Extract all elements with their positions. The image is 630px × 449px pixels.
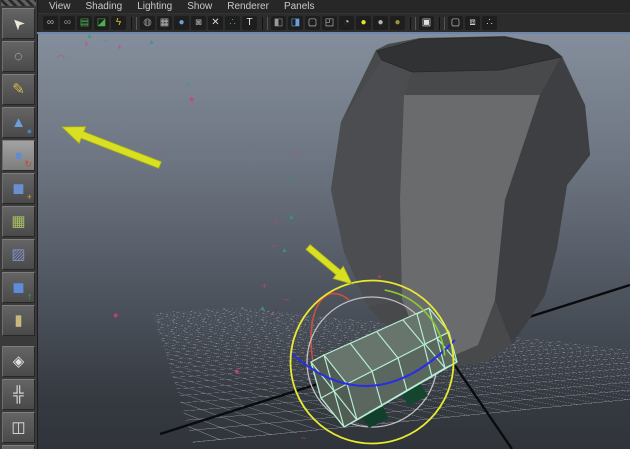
lattice-tool-glyph: ▦ bbox=[11, 214, 25, 229]
soft-mod-tool-glyph: ▨ bbox=[11, 247, 25, 262]
camera-film-icon[interactable]: ∞ bbox=[60, 16, 75, 30]
toolbar-divider bbox=[410, 17, 416, 30]
outliner-pane-layout-button-glyph: ◫ bbox=[11, 420, 25, 435]
vase-mesh[interactable] bbox=[331, 36, 590, 366]
active-panel-border bbox=[37, 32, 630, 34]
cone-sphere-tool-glyph: ▲ bbox=[11, 115, 26, 130]
frame-cube-icon[interactable]: ⧈ bbox=[465, 16, 480, 30]
single-pane-layout-button-glyph: ◈ bbox=[13, 354, 25, 369]
select-highlight-icon[interactable]: ▣ bbox=[419, 16, 434, 30]
cube-3d-icon[interactable]: ◰ bbox=[322, 16, 337, 30]
cone-sphere-tool[interactable]: ▲● bbox=[2, 107, 35, 138]
select-tool-glyph: ➤ bbox=[9, 14, 29, 34]
paint-effects-barrel-tool[interactable]: ▮ bbox=[2, 305, 35, 336]
maya-window: ➤◌✎▲●●↻◼+▦▨◼↑▮ ◈╬◫◧ View Shading Lightin… bbox=[0, 0, 630, 449]
move-cube-tool-overlay-glyph: ↑ bbox=[28, 292, 33, 301]
toolbar-group: ▣ bbox=[419, 16, 436, 30]
scale-tool-glyph: ◼ bbox=[12, 181, 24, 196]
perspective-viewport[interactable]: +~+◠▲▲+●~◠◠▲~~▲+▲~●●~+– bbox=[37, 32, 630, 449]
paint-select-tool-glyph: ✎ bbox=[12, 82, 25, 97]
wireframe-sphere-icon[interactable]: ◍ bbox=[140, 16, 155, 30]
paint-select-tool[interactable]: ✎ bbox=[2, 74, 35, 105]
scene-3d bbox=[37, 32, 630, 449]
toolbar-group: ◍▦●◙✕∴T bbox=[140, 16, 259, 30]
annotation-arrow-to-rotate-tool bbox=[62, 127, 161, 169]
rotate-tool[interactable]: ●↻ bbox=[2, 140, 35, 171]
toolbox-drag-handle[interactable] bbox=[1, 0, 36, 6]
light-default-icon[interactable]: ● bbox=[373, 16, 388, 30]
camera-icon[interactable]: ∞ bbox=[43, 16, 58, 30]
lasso-select-tool[interactable]: ◌ bbox=[2, 41, 35, 72]
tool-list: ➤◌✎▲●●↻◼+▦▨◼↑▮ bbox=[0, 8, 37, 336]
menu-view[interactable]: View bbox=[49, 1, 71, 12]
rotate-tool-glyph: ● bbox=[14, 148, 23, 163]
checker-sphere-icon[interactable]: ◔ bbox=[339, 16, 354, 30]
four-pane-layout-button-glyph: ╬ bbox=[13, 387, 24, 402]
plane-icon[interactable]: ◪ bbox=[94, 16, 109, 30]
single-pane-layout-button[interactable]: ◈ bbox=[2, 346, 35, 377]
menu-shading[interactable]: Shading bbox=[86, 1, 123, 12]
toolbar-divider bbox=[439, 17, 445, 30]
cube-blue-icon[interactable]: ◨ bbox=[288, 16, 303, 30]
light-olive-icon[interactable]: ● bbox=[390, 16, 405, 30]
book-icon[interactable]: ▤ bbox=[77, 16, 92, 30]
textured-sphere-icon[interactable]: ◙ bbox=[191, 16, 206, 30]
scale-tool-overlay-glyph: + bbox=[27, 193, 32, 202]
light-on-icon[interactable]: ● bbox=[356, 16, 371, 30]
rotate-tool-overlay-glyph: ↻ bbox=[24, 160, 32, 169]
persp-outliner-layout-button[interactable]: ◧ bbox=[2, 445, 35, 449]
four-pane-layout-button[interactable]: ╬ bbox=[2, 379, 35, 410]
cone-sphere-tool-overlay-glyph: ● bbox=[27, 127, 32, 136]
menu-show[interactable]: Show bbox=[187, 1, 212, 12]
cube-light-icon[interactable]: ▢ bbox=[305, 16, 320, 30]
scale-tool[interactable]: ◼+ bbox=[2, 173, 35, 204]
texture-t-icon[interactable]: T bbox=[242, 16, 257, 30]
move-cube-tool[interactable]: ◼↑ bbox=[2, 272, 35, 303]
panel-icon-toolbar: ∞∞▤◪ϟ◍▦●◙✕∴T◧◨▢◰◔●●●▣▢⧈∴ bbox=[37, 13, 630, 32]
select-tool[interactable]: ➤ bbox=[2, 8, 35, 39]
cube-dark-icon[interactable]: ◧ bbox=[271, 16, 286, 30]
checker-x-icon[interactable]: ✕ bbox=[208, 16, 223, 30]
menu-renderer[interactable]: Renderer bbox=[227, 1, 269, 12]
soft-mod-tool[interactable]: ▨ bbox=[2, 239, 35, 270]
lightning-pick-icon[interactable]: ϟ bbox=[111, 16, 126, 30]
move-cube-tool-glyph: ◼ bbox=[12, 280, 24, 295]
toolbar-group: ∞∞▤◪ϟ bbox=[43, 16, 128, 30]
panel-menu-bar: View Shading Lighting Show Renderer Pane… bbox=[37, 0, 630, 13]
paint-effects-barrel-tool-glyph: ▮ bbox=[14, 313, 22, 328]
vertex-dots-icon[interactable]: ∴ bbox=[225, 16, 240, 30]
toolbar-group: ▢⧈∴ bbox=[448, 16, 499, 30]
menu-lighting[interactable]: Lighting bbox=[137, 1, 172, 12]
toolbar-divider bbox=[131, 17, 137, 30]
menu-panels[interactable]: Panels bbox=[284, 1, 315, 12]
tool-box: ➤◌✎▲●●↻◼+▦▨◼↑▮ ◈╬◫◧ bbox=[0, 0, 38, 449]
isolate-cube-icon[interactable]: ▢ bbox=[448, 16, 463, 30]
toolbar-group: ◧◨▢◰◔●●● bbox=[271, 16, 407, 30]
layout-button-list: ◈ ╬ ◫ ◧ bbox=[0, 346, 37, 449]
film-strip-icon[interactable]: ▦ bbox=[157, 16, 172, 30]
node-graph-icon[interactable]: ∴ bbox=[482, 16, 497, 30]
outliner-pane-layout-button[interactable]: ◫ bbox=[2, 412, 35, 443]
shaded-sphere-icon[interactable]: ● bbox=[174, 16, 189, 30]
toolbar-divider bbox=[262, 17, 268, 30]
lasso-select-tool-glyph: ◌ bbox=[14, 49, 23, 64]
lattice-tool[interactable]: ▦ bbox=[2, 206, 35, 237]
